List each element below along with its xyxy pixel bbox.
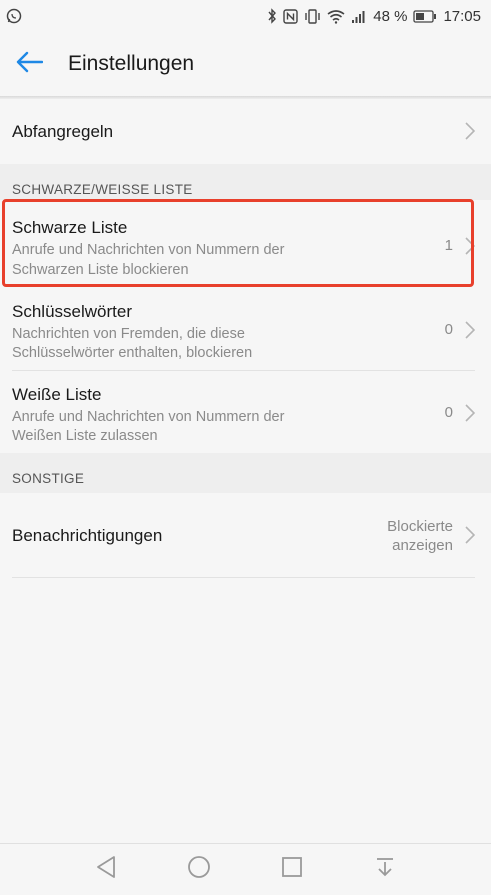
triangle-back-icon	[95, 855, 117, 884]
list-item-subtitle-line-1: Anrufe und Nachrichten von Nummern der	[12, 409, 285, 425]
notification-value-line-2: anzeigen	[392, 537, 453, 554]
list-item-subtitle-line-1: Nachrichten von Fremden, die diese	[12, 326, 245, 342]
navigation-bar	[0, 843, 491, 895]
list-item-subtitle-line-2: Weißen Liste zulassen	[12, 428, 158, 444]
battery-percent: 48 %	[373, 7, 408, 25]
back-button[interactable]	[0, 32, 58, 96]
list-item-subtitle-line-2: Schlüsselwörter enthalten, blockieren	[12, 345, 253, 361]
list-item-label: Benachrichtigungen	[12, 526, 163, 545]
app-bar: Einstellungen	[0, 32, 491, 96]
status-bar: 48 % 17:05	[0, 0, 491, 32]
nfc-icon	[283, 8, 298, 24]
pull-down-icon	[374, 856, 396, 883]
list-item-label: Weiße Liste	[12, 385, 102, 404]
bluetooth-icon	[267, 8, 277, 24]
section-header-other: SONSTIGE	[0, 453, 491, 493]
whatsapp-icon	[6, 8, 22, 24]
chevron-right-icon	[465, 121, 476, 146]
signal-icon	[351, 9, 367, 24]
nav-notification-pull-button[interactable]	[365, 850, 405, 890]
list-item-label: Abfangregeln	[12, 122, 114, 141]
notification-value-line-1: Blockierte	[387, 518, 453, 535]
list-item-abfangregeln[interactable]: Abfangregeln	[0, 100, 491, 164]
nav-recents-button[interactable]	[272, 850, 312, 890]
chevron-right-icon	[465, 525, 476, 550]
list-item-weisse-liste[interactable]: Weiße Liste Anrufe und Nachrichten von N…	[0, 371, 491, 453]
chevron-right-icon	[465, 320, 476, 345]
list-item-benachrichtigungen[interactable]: Benachrichtigungen Blockierte anzeigen	[0, 493, 491, 577]
section-header-label: SONSTIGE	[12, 471, 85, 486]
list-item-schluesselwoerter[interactable]: Schlüsselwörter Nachrichten von Fremden,…	[0, 288, 491, 370]
nav-home-button[interactable]	[179, 850, 219, 890]
battery-icon	[413, 9, 437, 23]
arrow-left-icon	[15, 51, 44, 78]
nav-back-button[interactable]	[86, 850, 126, 890]
section-header-black-white-list: SCHWARZE/WEISSE LISTE	[0, 164, 491, 200]
highlight-frame	[2, 199, 474, 287]
circle-home-icon	[187, 855, 211, 884]
clock: 17:05	[443, 7, 481, 25]
keywords-count: 0	[444, 321, 453, 338]
vibrate-icon	[304, 8, 321, 24]
section-header-label: SCHWARZE/WEISSE LISTE	[12, 182, 193, 197]
page-title: Einstellungen	[68, 52, 195, 75]
square-recents-icon	[281, 856, 303, 883]
wifi-icon	[327, 9, 345, 24]
list-divider	[12, 577, 475, 578]
whitelist-count: 0	[444, 404, 453, 421]
notification-setting-value: Blockierte anzeigen	[387, 517, 453, 555]
list-item-label: Schlüsselwörter	[12, 302, 132, 321]
chevron-right-icon	[465, 403, 476, 428]
app-bar-divider	[0, 96, 491, 99]
